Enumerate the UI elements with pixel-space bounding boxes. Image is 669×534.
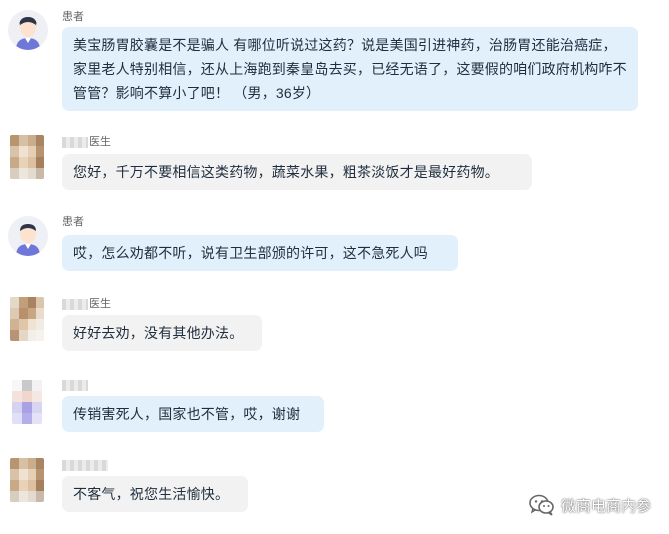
sender-name: 患者 (62, 11, 84, 23)
message-bubble: 哎，怎么劝都不听，说有卫生部颁的许可，这不急死人吗 (62, 235, 458, 271)
message-bubble: 传销害死人，国家也不管，哎，谢谢 (62, 396, 324, 432)
sender-name (62, 458, 109, 472)
wechat-icon (529, 494, 554, 516)
blurred-name (62, 459, 108, 471)
blurred-name (62, 136, 88, 148)
sender-name-label: 医生 (89, 136, 111, 148)
patient-avatar (8, 216, 48, 256)
sender-name-label: 医生 (89, 298, 111, 310)
sender-name: 医生 (62, 135, 111, 149)
blurred-photo-icon (10, 135, 44, 179)
blurred-photo-icon (12, 380, 42, 424)
message-bubble: 好好去劝，没有其他办法。 (62, 315, 262, 351)
message-bubble: 您好，千万不要相信这类药物，蔬菜水果，粗茶淡饭才是最好药物。 (62, 154, 532, 190)
watermark-text: 微商电商内参 (560, 497, 651, 515)
sender-name (62, 378, 89, 392)
user-icon (8, 216, 48, 256)
blurred-photo-icon (10, 297, 44, 341)
blurred-name (62, 379, 88, 391)
doctor-avatar (10, 297, 44, 341)
doctor-avatar (10, 458, 44, 502)
chat-thread: 患者 美宝肠胃胶囊是不是骗人 有哪位听说过这药？说是美国引进神药，治肠胃还能治癌… (0, 0, 669, 534)
sender-name: 患者 (62, 216, 84, 228)
user-icon (8, 10, 48, 50)
message-bubble: 不客气，祝您生活愉快。 (62, 476, 248, 512)
message-bubble: 美宝肠胃胶囊是不是骗人 有哪位听说过这药？说是美国引进神药，治肠胃还能治癌症，家… (62, 27, 638, 111)
patient-avatar (12, 380, 42, 424)
blurred-name (62, 298, 88, 310)
sender-name: 医生 (62, 297, 111, 311)
blurred-photo-icon (10, 458, 44, 502)
doctor-avatar (10, 135, 44, 179)
watermark: 微商电商内参 (529, 494, 651, 516)
patient-avatar (8, 10, 48, 50)
